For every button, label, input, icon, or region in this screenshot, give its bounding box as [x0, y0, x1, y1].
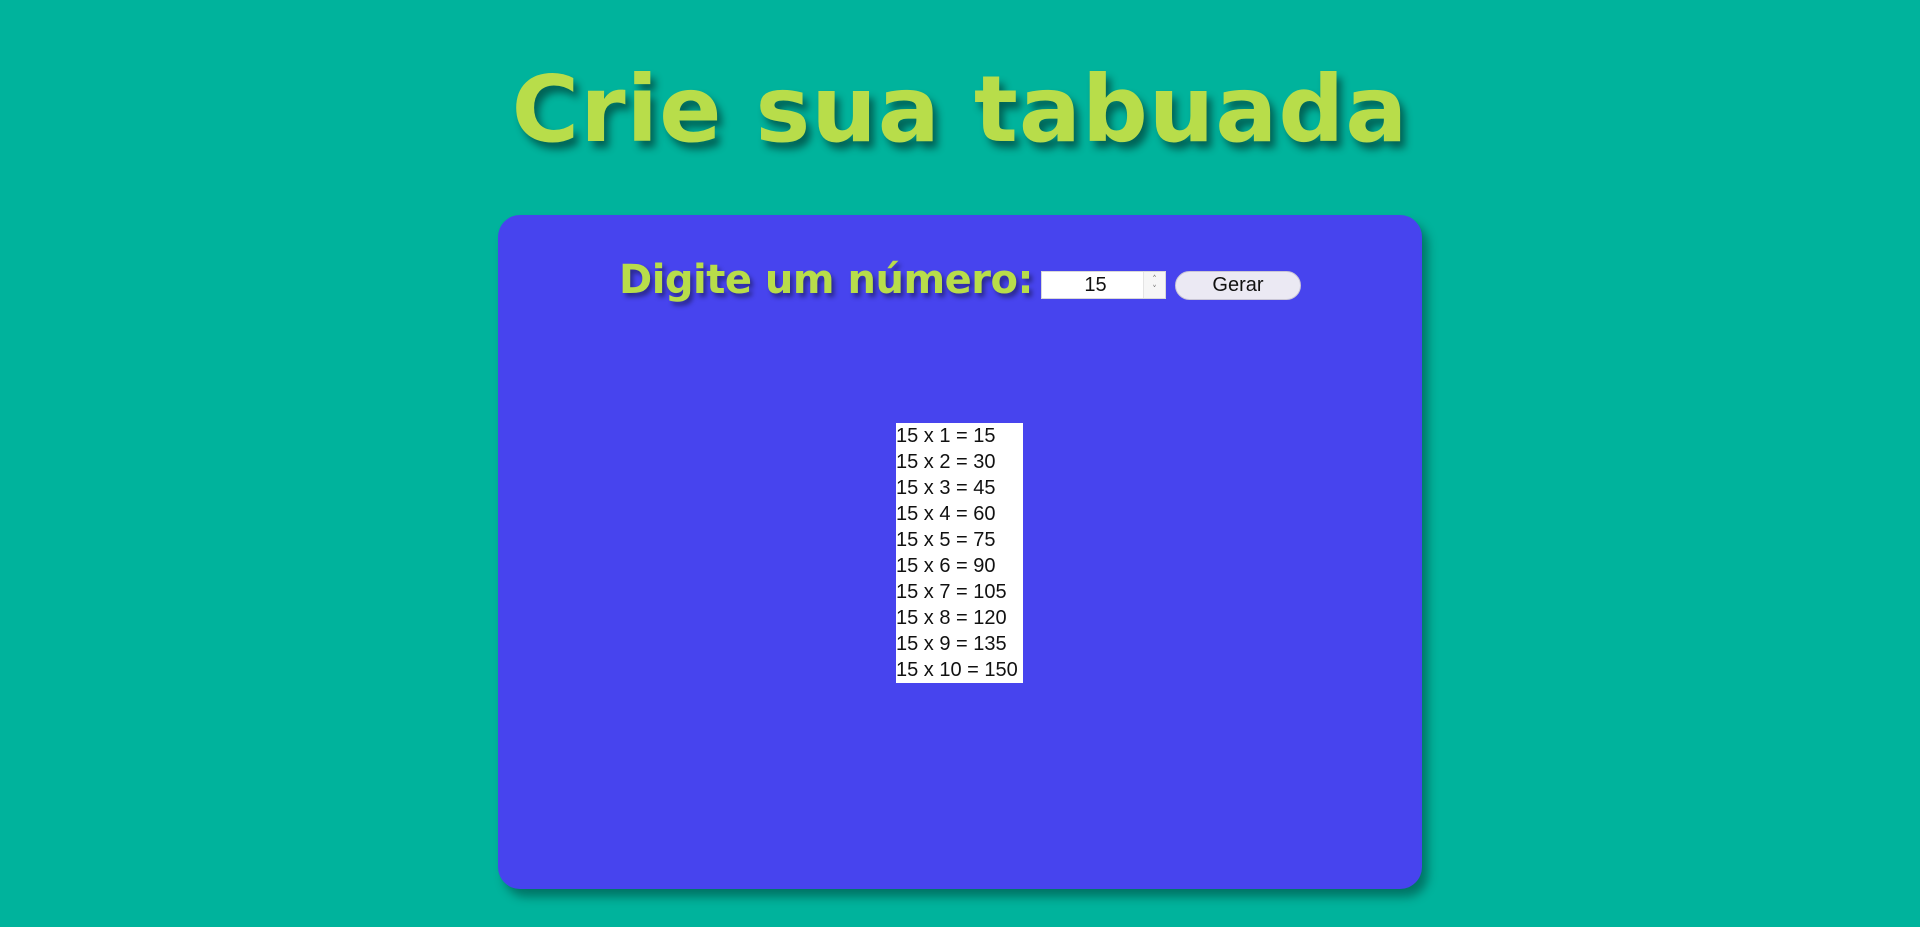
multiplication-table-list: 15 x 1 = 15 15 x 2 = 30 15 x 3 = 45 15 x…	[896, 423, 1023, 683]
number-form: Digite um número: 15 ˄ ˅ Gerar	[498, 245, 1422, 315]
page-title: Crie sua tabuada	[511, 56, 1409, 163]
tabuada-panel: Digite um número: 15 ˄ ˅ Gerar 15 x 1 = …	[498, 215, 1422, 889]
table-line: 15 x 6 = 90	[896, 555, 996, 577]
table-line: 15 x 5 = 75	[896, 529, 996, 551]
table-line: 15 x 8 = 120	[896, 607, 1007, 629]
table-line: 15 x 10 = 150	[896, 659, 1018, 681]
chevron-down-icon[interactable]: ˅	[1152, 285, 1157, 295]
chevron-up-icon[interactable]: ˄	[1152, 275, 1157, 285]
table-line: 15 x 4 = 60	[896, 503, 996, 525]
number-prompt-label: Digite um número:	[619, 257, 1033, 303]
number-spinner[interactable]: ˄ ˅	[1142, 272, 1165, 298]
table-line: 15 x 2 = 30	[896, 451, 996, 473]
number-input[interactable]: 15 ˄ ˅	[1040, 271, 1166, 299]
table-line: 15 x 9 = 135	[896, 633, 1007, 655]
table-line: 15 x 7 = 105	[896, 581, 1007, 603]
table-line: 15 x 1 = 15	[896, 425, 996, 447]
table-line: 15 x 3 = 45	[896, 477, 996, 499]
generate-button[interactable]: Gerar	[1174, 270, 1301, 300]
number-input-value[interactable]: 15	[1042, 274, 1143, 297]
